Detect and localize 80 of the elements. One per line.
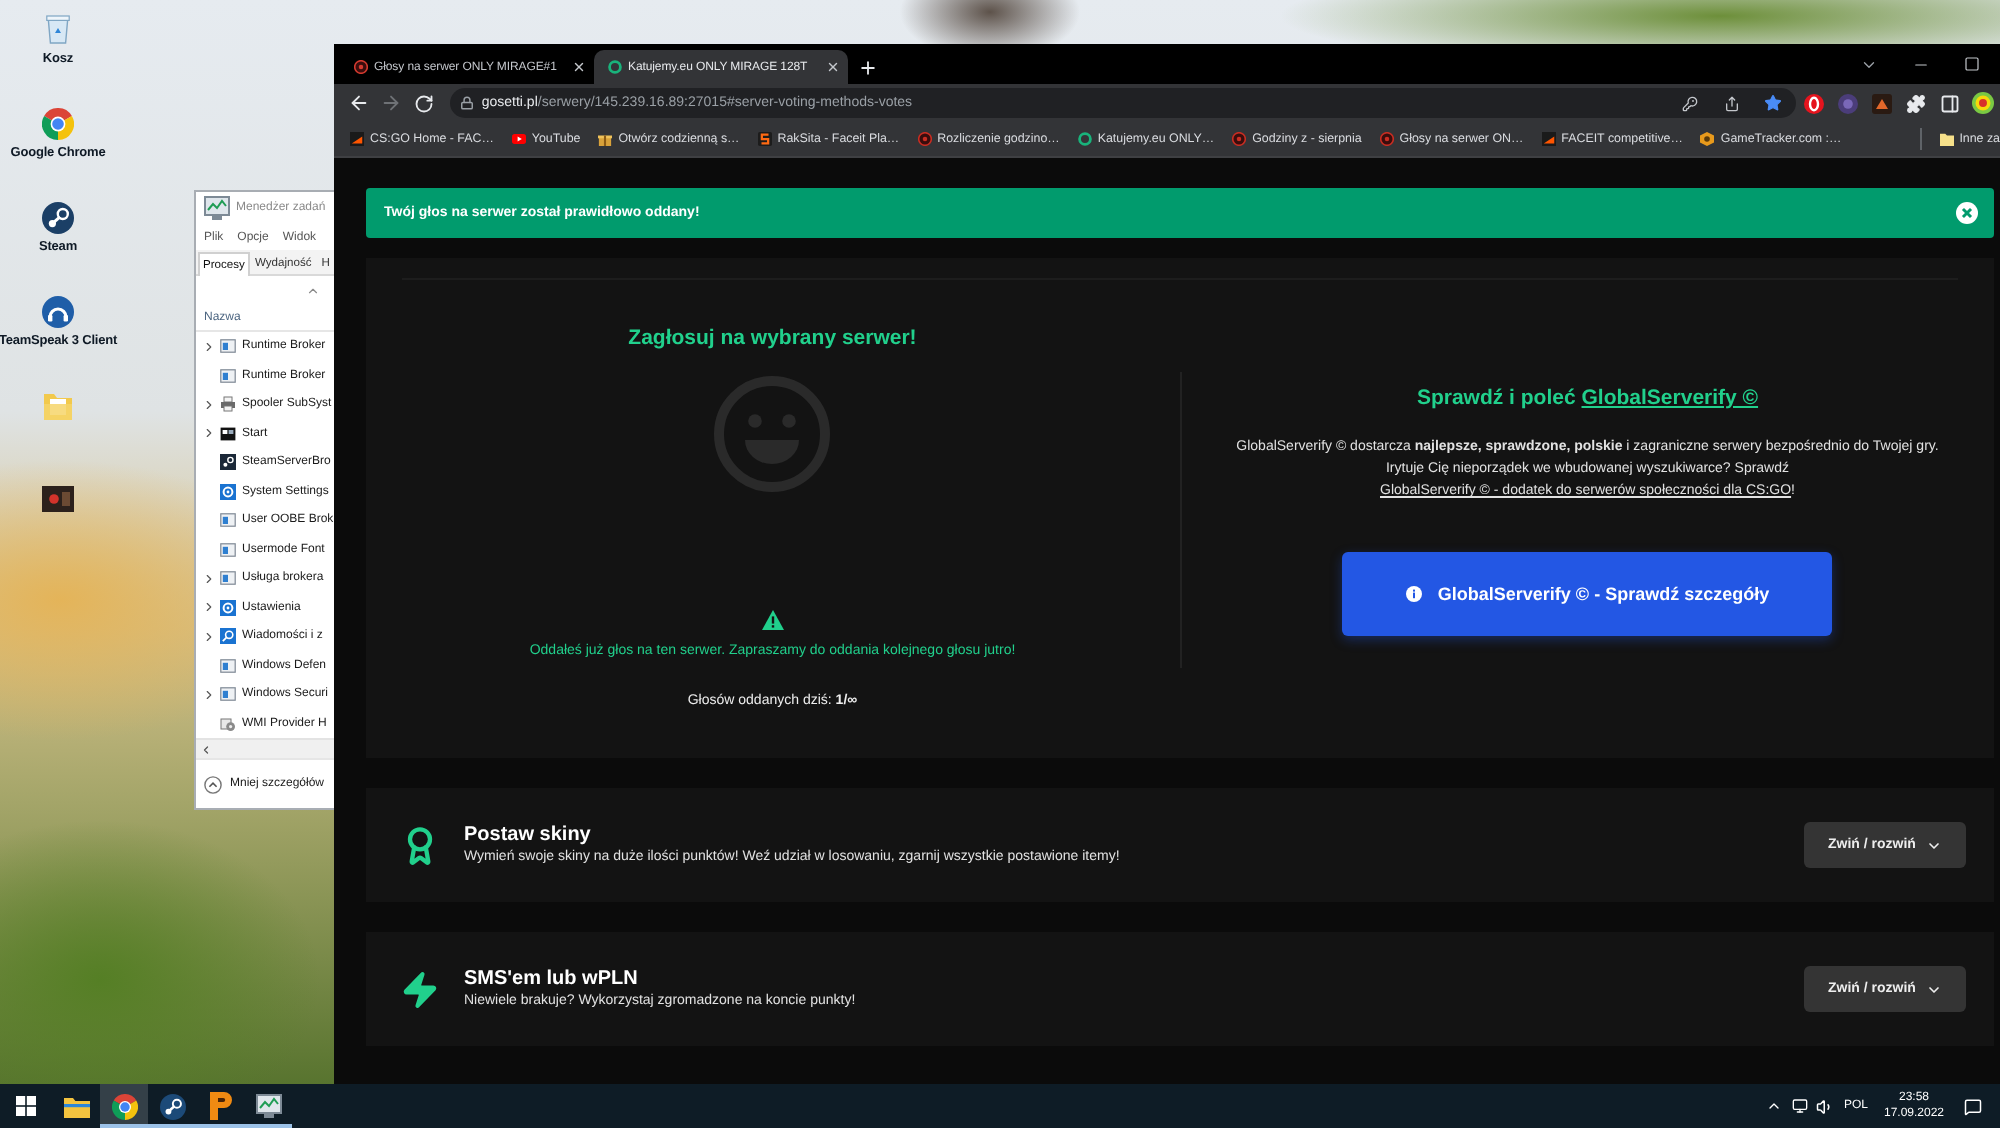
faceit-favicon-icon <box>350 132 364 146</box>
scroll-left-icon <box>200 743 212 755</box>
steam-logo-icon <box>220 454 236 471</box>
task-manager-icon <box>255 1094 281 1118</box>
task-manager-icon <box>204 196 230 220</box>
settings-gear-icon <box>220 483 236 500</box>
faceit-favicon-icon <box>1541 132 1556 146</box>
lightning-bolt-icon <box>400 969 440 1009</box>
network-monitor-icon[interactable] <box>1791 1098 1807 1114</box>
check-details-button[interactable]: GlobalServerify © - Sprawdź szczegóły <box>1342 552 1833 636</box>
close-icon[interactable] <box>826 60 840 74</box>
taskbar-app[interactable] <box>100 1084 148 1128</box>
collapse-circle-icon <box>204 775 222 793</box>
bookmark-star-icon[interactable] <box>1764 94 1783 112</box>
site-favicon-icon <box>354 60 368 74</box>
service-cog-icon <box>220 715 236 732</box>
chrome-logo-icon <box>42 107 74 139</box>
settings-gear-icon <box>220 599 236 616</box>
app-window-icon <box>220 338 236 355</box>
back-arrow-icon[interactable] <box>348 92 371 114</box>
start-window-icon <box>220 425 236 442</box>
circle-extension-icon[interactable] <box>1837 93 1858 113</box>
app-window-icon <box>220 512 236 529</box>
app-window-icon <box>220 367 236 384</box>
new-tab-plus-icon[interactable] <box>858 57 878 77</box>
section-title: SMS'em lub wPLN <box>464 966 640 992</box>
site-favicon-icon <box>1232 132 1247 146</box>
side-panel-icon[interactable] <box>1939 93 1960 113</box>
ring-extension-icon[interactable] <box>1803 93 1824 113</box>
folder-icon <box>63 1095 89 1117</box>
windows-start-icon[interactable] <box>16 1096 36 1116</box>
lock-icon <box>459 96 474 110</box>
folder-icon <box>1939 132 1954 146</box>
speaker-icon[interactable] <box>1816 1097 1834 1115</box>
extensions-puzzle-icon[interactable] <box>1905 93 1926 113</box>
headset-logo-icon <box>42 295 74 327</box>
chevron-down-icon <box>1925 981 1942 997</box>
profile-avatar-icon[interactable] <box>1971 92 1994 114</box>
warning-triangle-icon <box>761 610 784 630</box>
app-window-icon <box>220 686 236 703</box>
play-favicon-icon <box>511 132 526 146</box>
printer-icon <box>220 396 236 413</box>
forward-arrow-icon[interactable] <box>380 92 403 114</box>
key-icon[interactable] <box>1681 95 1698 111</box>
expand-chevron-icon <box>202 339 216 354</box>
folder-icon <box>44 390 72 420</box>
site-favicon-icon <box>917 132 932 146</box>
triangle-extension-icon[interactable] <box>1871 93 1892 113</box>
expand-chevron-icon <box>202 687 216 702</box>
ring-favicon-icon <box>608 60 622 74</box>
zigzag-favicon-icon <box>757 132 772 146</box>
vote-heading: Zagłosuj na wybrany serwer! <box>628 326 917 352</box>
share-icon[interactable] <box>1723 95 1740 111</box>
globalserverify-link[interactable]: GlobalServerify © <box>1581 386 1759 410</box>
smiley-face-icon <box>714 376 831 492</box>
close-icon[interactable] <box>572 60 586 74</box>
section-title: Postaw skiny <box>464 822 593 848</box>
caret-up-icon[interactable] <box>1765 1098 1781 1114</box>
badge-favicon-icon <box>1700 132 1715 146</box>
ring-favicon-icon <box>1077 132 1092 146</box>
steam-logo-icon <box>159 1093 185 1119</box>
site-favicon-icon <box>1379 132 1394 146</box>
launcher-app-icon <box>208 1092 232 1120</box>
chrome-logo-icon <box>111 1093 137 1119</box>
reload-icon[interactable] <box>413 93 434 113</box>
recycle-bin-icon <box>46 14 70 44</box>
notification-icon[interactable] <box>1963 1097 1981 1115</box>
sort-caret-icon <box>306 283 320 297</box>
maximize-icon[interactable] <box>1964 56 1980 72</box>
app-window-icon <box>220 541 236 558</box>
info-icon <box>1405 586 1422 602</box>
app-window-icon <box>220 657 236 674</box>
chevron-down-icon <box>1925 837 1942 853</box>
gift-favicon-icon <box>598 132 613 146</box>
promo-heading: Sprawdź i poleć GlobalServerify © <box>1416 386 1759 412</box>
game-thumbnail-icon <box>42 486 74 512</box>
horizontal-scrollbar[interactable] <box>196 738 336 758</box>
app-window-icon <box>220 570 236 587</box>
search-icon <box>220 628 236 645</box>
steam-logo-icon <box>42 201 74 233</box>
